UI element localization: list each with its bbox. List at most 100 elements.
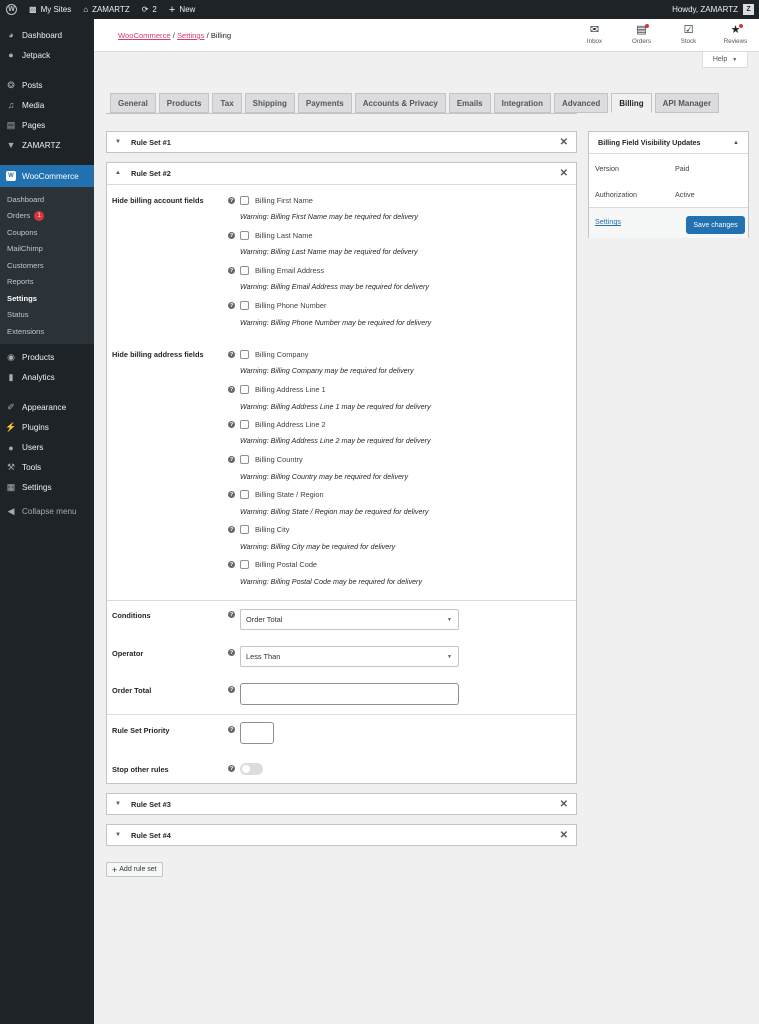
help-icon[interactable]: ?: [228, 456, 235, 463]
checkbox[interactable]: [240, 385, 249, 394]
sidebar-item-tools[interactable]: ⚒ Tools: [0, 458, 94, 478]
close-icon[interactable]: ✕: [560, 168, 568, 179]
checkbox[interactable]: [240, 420, 249, 429]
help-icon[interactable]: ?: [228, 561, 235, 568]
tab-tax[interactable]: Tax: [212, 93, 242, 113]
settings-link[interactable]: Settings: [595, 217, 621, 226]
checkbox[interactable]: [240, 525, 249, 534]
submenu-item-orders[interactable]: Orders 1: [0, 208, 94, 225]
save-changes-button[interactable]: Save changes: [686, 216, 745, 234]
help-icon[interactable]: ?: [228, 491, 235, 498]
tab-advanced[interactable]: Advanced: [553, 93, 609, 113]
submenu-item-reports[interactable]: Reports: [0, 274, 94, 291]
checkbox-billing-state[interactable]: Billing State / Region: [240, 490, 324, 499]
help-icon[interactable]: ?: [228, 765, 235, 772]
add-rule-set-button[interactable]: + Add rule set: [106, 862, 163, 877]
sidebar-item-zamartz[interactable]: ▼ ZAMARTZ: [0, 135, 94, 155]
submenu-item-mailchimp[interactable]: MailChimp: [0, 241, 94, 258]
checkbox-billing-email[interactable]: Billing Email Address: [240, 266, 324, 275]
sidebar-item-jetpack[interactable]: ● Jetpack: [0, 45, 94, 65]
submenu-item-dashboard[interactable]: Dashboard: [0, 191, 94, 208]
order-total-input[interactable]: [240, 683, 459, 705]
rule-set-header[interactable]: ▼ Rule Set #3 ✕: [107, 794, 576, 814]
help-icon[interactable]: ?: [228, 232, 235, 239]
submenu-item-coupons[interactable]: Coupons: [0, 224, 94, 241]
help-icon[interactable]: ?: [228, 302, 235, 309]
submenu-item-extensions[interactable]: Extensions: [0, 323, 94, 340]
sidebar-item-media[interactable]: ♫ Media: [0, 95, 94, 115]
checkbox[interactable]: [240, 560, 249, 569]
tab-shipping[interactable]: Shipping: [244, 93, 295, 113]
breadcrumb-woocommerce-link[interactable]: WooCommerce: [118, 31, 171, 40]
sidebar-item-pages[interactable]: ▤ Pages: [0, 115, 94, 135]
help-icon[interactable]: ?: [228, 611, 235, 618]
help-icon[interactable]: ?: [228, 421, 235, 428]
sidebar-item-analytics[interactable]: ▮ Analytics: [0, 368, 94, 388]
site-name-menu[interactable]: ⌂ ZAMARTZ: [77, 0, 135, 19]
tab-billing[interactable]: Billing: [611, 93, 652, 113]
new-content-menu[interactable]: + New: [163, 0, 201, 19]
checkbox[interactable]: [240, 266, 249, 275]
checkbox-billing-phone[interactable]: Billing Phone Number: [240, 301, 326, 310]
tab-integration[interactable]: Integration: [493, 93, 551, 113]
submenu-item-status[interactable]: Status: [0, 307, 94, 324]
help-icon[interactable]: ?: [228, 526, 235, 533]
sidebar-item-products[interactable]: ◉ Products: [0, 348, 94, 368]
checkbox-billing-last-name[interactable]: Billing Last Name: [240, 231, 313, 240]
updates-menu[interactable]: ⟳ 2: [136, 0, 163, 19]
tab-products[interactable]: Products: [158, 93, 210, 113]
inbox-button[interactable]: ✉ Inbox: [571, 23, 618, 46]
close-icon[interactable]: ✕: [560, 830, 568, 841]
close-icon[interactable]: ✕: [560, 799, 568, 810]
account-menu[interactable]: Howdy, ZAMARTZ Z: [672, 4, 759, 15]
checkbox-billing-company[interactable]: Billing Company: [240, 350, 308, 359]
panel-header[interactable]: Billing Field Visibility Updates ▲: [589, 132, 748, 154]
help-icon[interactable]: ?: [228, 649, 235, 656]
help-tab-button[interactable]: Help ▼: [702, 52, 748, 68]
tab-payments[interactable]: Payments: [297, 93, 352, 113]
my-sites-menu[interactable]: ▩ My Sites: [23, 0, 77, 19]
help-icon[interactable]: ?: [228, 686, 235, 693]
submenu-item-customers[interactable]: Customers: [0, 257, 94, 274]
help-icon[interactable]: ?: [228, 726, 235, 733]
tab-emails[interactable]: Emails: [448, 93, 491, 113]
rule-set-header[interactable]: ▲ Rule Set #2 ✕: [107, 163, 576, 183]
checkbox-billing-city[interactable]: Billing City: [240, 525, 290, 534]
rule-set-header[interactable]: ▼ Rule Set #4 ✕: [107, 825, 576, 845]
rule-set-priority-input[interactable]: [240, 722, 274, 744]
wordpress-logo[interactable]: W: [0, 0, 23, 19]
collapse-menu-button[interactable]: ◀ Collapse menu: [0, 502, 94, 522]
checkbox-billing-address-2[interactable]: Billing Address Line 2: [240, 420, 326, 429]
tab-api-manager[interactable]: API Manager: [654, 93, 720, 113]
checkbox-billing-address-1[interactable]: Billing Address Line 1: [240, 385, 326, 394]
stock-button[interactable]: ☑ Stock: [665, 23, 712, 46]
checkbox[interactable]: [240, 231, 249, 240]
sidebar-item-posts[interactable]: ❂ Posts: [0, 75, 94, 95]
checkbox[interactable]: [240, 455, 249, 464]
checkbox-billing-postal-code[interactable]: Billing Postal Code: [240, 560, 317, 569]
submenu-item-settings[interactable]: Settings: [0, 290, 94, 307]
sidebar-item-dashboard[interactable]: ◕ Dashboard: [0, 25, 94, 45]
sidebar-item-plugins[interactable]: ⚡ Plugins: [0, 418, 94, 438]
help-icon[interactable]: ?: [228, 197, 235, 204]
help-icon[interactable]: ?: [228, 386, 235, 393]
reviews-button[interactable]: ★ Reviews: [712, 23, 759, 46]
tab-accounts-privacy[interactable]: Accounts & Privacy: [354, 93, 446, 113]
sidebar-item-woocommerce[interactable]: W WooCommerce: [0, 165, 94, 187]
rule-set-header[interactable]: ▼ Rule Set #1 ✕: [107, 132, 576, 152]
help-icon[interactable]: ?: [228, 267, 235, 274]
orders-button[interactable]: ▤ Orders: [618, 23, 665, 46]
checkbox[interactable]: [240, 350, 249, 359]
caret-up-icon[interactable]: ▲: [733, 140, 739, 146]
breadcrumb-settings-link[interactable]: Settings: [177, 31, 204, 40]
close-icon[interactable]: ✕: [560, 137, 568, 148]
tab-general[interactable]: General: [110, 93, 156, 113]
sidebar-item-appearance[interactable]: ✐ Appearance: [0, 398, 94, 418]
operator-select[interactable]: Less Than ▼: [240, 646, 459, 667]
stop-other-rules-toggle[interactable]: [240, 763, 263, 775]
sidebar-item-users[interactable]: ● Users: [0, 438, 94, 458]
checkbox-billing-first-name[interactable]: Billing First Name: [240, 196, 313, 205]
checkbox[interactable]: [240, 301, 249, 310]
checkbox[interactable]: [240, 490, 249, 499]
checkbox[interactable]: [240, 196, 249, 205]
